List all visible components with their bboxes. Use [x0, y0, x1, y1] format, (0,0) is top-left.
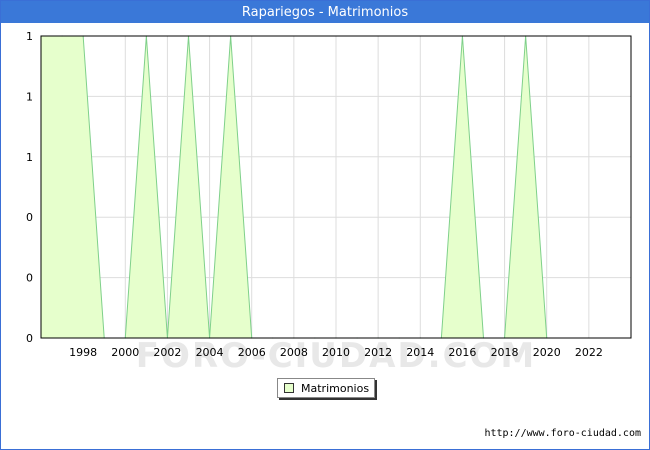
x-tick-label: 2010 — [322, 346, 350, 359]
x-tick-label: 2008 — [280, 346, 308, 359]
x-tick-label: 2004 — [196, 346, 224, 359]
x-tick-label: 2002 — [153, 346, 181, 359]
y-tick-label: 0 — [26, 272, 33, 285]
source-url: http://www.foro-ciudad.com — [484, 428, 641, 439]
x-tick-label: 2006 — [238, 346, 266, 359]
y-tick-label: 0 — [26, 211, 33, 224]
x-tick-label: 2012 — [364, 346, 392, 359]
x-tick-label: 1998 — [69, 346, 97, 359]
x-tick-label: 2020 — [533, 346, 561, 359]
y-tick-label: 1 — [26, 90, 33, 103]
x-tick-label: 2022 — [575, 346, 603, 359]
y-tick-label: 0 — [26, 332, 33, 345]
y-tick-label: 1 — [26, 151, 33, 164]
x-tick-label: 2014 — [406, 346, 434, 359]
legend: Matrimonios — [277, 378, 375, 398]
legend-swatch — [284, 383, 294, 393]
y-tick-label: 1 — [26, 30, 33, 43]
x-tick-label: 2016 — [448, 346, 476, 359]
x-tick-label: 2018 — [491, 346, 519, 359]
x-tick-label: 2000 — [111, 346, 139, 359]
legend-label: Matrimonios — [301, 381, 370, 395]
chart-window: Rapariegos - Matrimonios FORO-CIUDAD.COM… — [0, 0, 650, 450]
